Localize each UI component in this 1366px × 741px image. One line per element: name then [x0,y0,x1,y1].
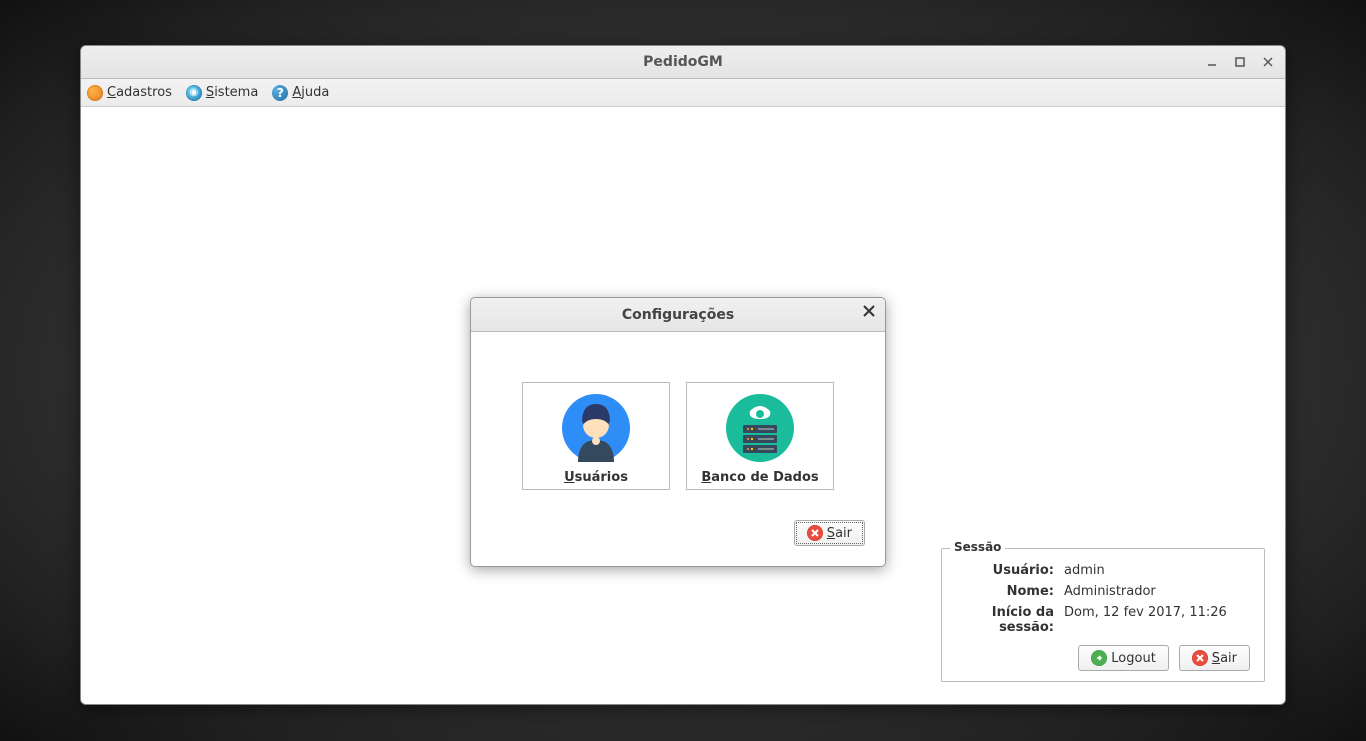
maximize-button[interactable] [1229,52,1251,72]
session-label: Nome: [956,584,1064,599]
user-icon [560,392,632,464]
close-button[interactable] [1257,52,1279,72]
tile-banco-dados[interactable]: Banco de Dados [686,382,834,490]
session-legend: Sessão [950,540,1005,554]
session-label: Usuário: [956,563,1064,578]
content-area: Configurações [81,107,1285,704]
session-value: admin [1064,563,1250,578]
cancel-icon [1192,650,1208,666]
config-dialog: Configurações [470,297,886,567]
tile-usuarios[interactable]: Usuários [522,382,670,490]
menu-label: Ajuda [292,85,329,100]
session-row-inicio: Início da sessão: Dom, 12 fev 2017, 11:2… [956,605,1250,635]
window-controls [1201,46,1279,78]
titlebar: PedidoGM [81,46,1285,79]
sistema-icon: ◉ [186,85,202,101]
session-row-nome: Nome: Administrador [956,584,1250,599]
menu-sistema[interactable]: ◉ Sistema [186,85,258,101]
menu-ajuda[interactable]: ? Ajuda [272,85,329,101]
help-icon: ? [272,85,288,101]
dialog-close-icon[interactable] [863,305,875,317]
cadastros-icon [87,85,103,101]
menubar: Cadastros ◉ Sistema ? Ajuda [81,79,1285,107]
session-row-usuario: Usuário: admin [956,563,1250,578]
cancel-icon [807,525,823,541]
dialog-body: Usuários [471,332,885,510]
dialog-sair-button[interactable]: Sair [794,520,865,546]
session-panel: Sessão Usuário: admin Nome: Administrado… [941,548,1265,682]
button-label: Sair [1212,651,1237,666]
tile-label: Banco de Dados [701,470,818,485]
session-value: Dom, 12 fev 2017, 11:26 [1064,605,1250,635]
dialog-title: Configurações [622,307,734,323]
window-title: PedidoGM [643,54,723,70]
logout-button[interactable]: Logout [1078,645,1169,671]
button-label: Sair [827,526,852,541]
menu-label: Cadastros [107,85,172,100]
dialog-footer: Sair [471,510,885,566]
menu-label: Sistema [206,85,258,100]
dialog-titlebar: Configurações [471,298,885,332]
button-label: Logout [1111,651,1156,666]
sair-button[interactable]: Sair [1179,645,1250,671]
menu-cadastros[interactable]: Cadastros [87,85,172,101]
session-value: Administrador [1064,584,1250,599]
logout-icon [1091,650,1107,666]
main-window: PedidoGM Cadastros ◉ Sistema ? Ajuda [80,45,1286,705]
session-buttons: Logout Sair [956,645,1250,671]
tile-label: Usuários [564,470,628,485]
session-label: Início da sessão: [956,605,1064,635]
database-icon [724,392,796,464]
minimize-button[interactable] [1201,52,1223,72]
